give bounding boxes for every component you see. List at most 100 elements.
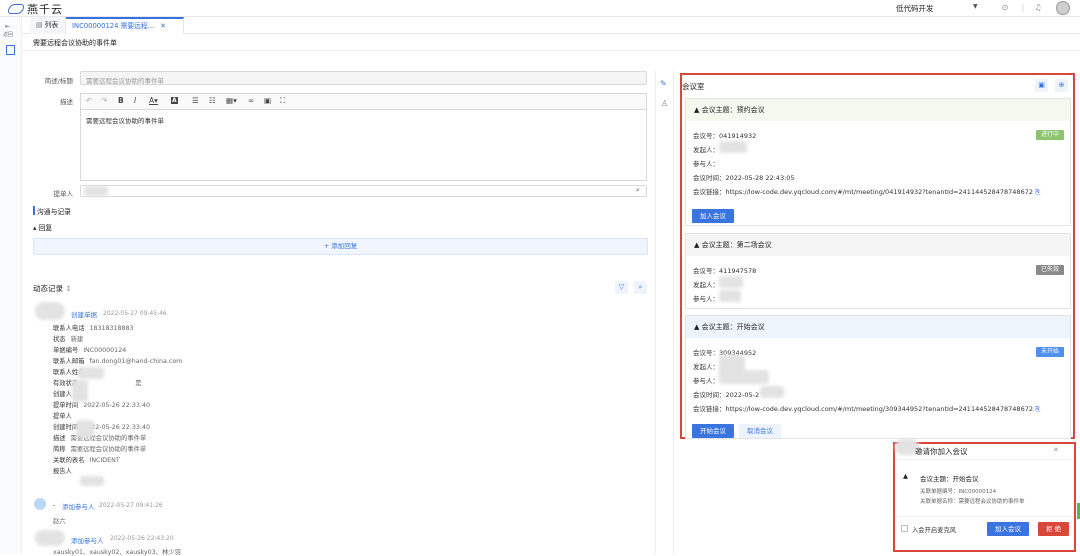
description-editor[interactable]: 需要远程会议协助的事件单	[80, 109, 647, 181]
participant-avatars	[719, 370, 769, 384]
help-icon[interactable]: ⊙	[1000, 3, 1010, 13]
activity-time: 2022-05-27 09:41:26	[99, 502, 163, 509]
meeting-header[interactable]: ▲ 会议主题：开始会议	[686, 316, 1070, 338]
activity-title: 动态记录 ↕	[33, 283, 72, 294]
undo-icon[interactable]: ↶	[86, 96, 92, 105]
join-meeting-button[interactable]: 加入会议	[692, 209, 734, 223]
meeting-link-row: 会议链接：https://low-code.dev.yqcloud.com/#/…	[693, 186, 1040, 197]
redacted	[72, 380, 88, 402]
copy-icon[interactable]: ⎘	[1035, 405, 1040, 413]
status-badge: 未开始	[1035, 347, 1064, 357]
search-icon[interactable]: ⌕	[636, 186, 640, 195]
bullet-list-icon[interactable]: ☰	[192, 96, 199, 105]
activity-action[interactable]: 添加参与人	[62, 501, 95, 511]
initiator-avatar	[719, 276, 743, 288]
initiator-label: 发起人：	[693, 363, 719, 371]
cancel-meeting-button[interactable]: 取消会议	[739, 424, 781, 438]
reply-toggle[interactable]: ▴ 回复	[33, 222, 52, 232]
search-icon[interactable]: ⌕	[634, 281, 647, 294]
highlight-icon[interactable]: A	[171, 97, 178, 104]
back-icon[interactable]: ⇤	[5, 23, 10, 30]
logo-mark-icon	[8, 4, 24, 14]
submitter-input[interactable]	[80, 185, 647, 197]
start-meeting-button[interactable]: 开始会议	[692, 424, 734, 438]
activity-time: 2022-05-26 22:43:20	[110, 535, 174, 542]
collapse-icon: ▲	[694, 241, 702, 249]
activity-action[interactable]: 创建单据	[71, 309, 97, 319]
back-label[interactable]: 返回	[3, 31, 13, 38]
project-selector[interactable]: 低代码开发	[896, 3, 934, 14]
field-key: 联系人邮箱	[53, 358, 85, 365]
time-label: 会议时间：	[693, 391, 726, 399]
meeting-time: 2022-05-2	[725, 391, 760, 399]
image-icon[interactable]: ▣	[264, 96, 271, 105]
editor-toolbar: ↶ ↷ B I A▾ A ☰ ☷ ▦▾ ∞ ▣ ⛶	[80, 93, 647, 109]
meeting-link[interactable]: https://low-code.dev.yqcloud.com/#/mt/me…	[726, 188, 1033, 196]
close-icon[interactable]: ✕	[160, 22, 166, 30]
meeting-card: ▲ 会议主题：第二场会议 会议号：411947578 发起人： 参与人： 已失效	[685, 233, 1071, 309]
field-value: INC00000124	[83, 347, 127, 354]
meeting-time-row: 会议时间：2022-05-28 22:43:05	[693, 172, 795, 182]
participants-label: 参与人：	[693, 160, 719, 168]
invite-topic: 会议主题：开始会议	[920, 475, 979, 483]
left-nav: ⇤ 返回	[0, 17, 22, 554]
meeting-id-row: 会议号：411947578	[693, 265, 756, 275]
field-value: fan.dong01@hand-china.com	[89, 358, 183, 365]
top-bar: 燕千云 低代码开发 ▼ ⊙ | ♫	[0, 0, 1080, 17]
tab-list[interactable]: ▤ 列表	[30, 17, 66, 34]
logo-text: 燕千云	[27, 3, 63, 16]
invite-dialog: 邀请你加入会议 ✕ ▲ 会议主题：开始会议 关联单据编号：INC00000124…	[893, 439, 1076, 552]
user-avatar[interactable]	[1056, 1, 1070, 15]
mic-checkbox[interactable]	[901, 525, 908, 532]
activity-field-row: 有效状态是	[53, 378, 141, 387]
meeting-link[interactable]: https://low-code.dev.yqcloud.com/#/mt/me…	[726, 405, 1033, 413]
divider	[673, 70, 674, 554]
redo-icon[interactable]: ↷	[101, 96, 107, 105]
field-value: INCIDENT	[89, 457, 120, 464]
summary-input[interactable]: 需要远程会议协助的事件单	[80, 71, 647, 85]
divider	[655, 70, 656, 554]
font-color-icon[interactable]: A▾	[149, 96, 158, 105]
field-value: 需要远程会议协助的事件单	[70, 446, 147, 453]
reply-label: 回复	[38, 224, 53, 232]
document-icon[interactable]	[6, 45, 15, 55]
collapse-icon: ▲	[694, 323, 702, 331]
copy-icon[interactable]: ⎘	[1035, 188, 1040, 196]
app-logo[interactable]: 燕千云	[8, 1, 63, 17]
meeting-header[interactable]: ▲ 会议主题：第二场会议	[686, 234, 1070, 256]
meeting-header[interactable]: ▲ 会议主题：预约会议	[686, 99, 1070, 121]
italic-icon[interactable]: I	[134, 96, 136, 105]
add-reply-button[interactable]: + 添加回复	[33, 238, 648, 255]
initiator-label: 发起人：	[693, 146, 719, 154]
bold-icon[interactable]: B	[118, 96, 124, 105]
person-icon[interactable]: ♙	[661, 99, 668, 108]
meeting-topic: 会议主题：开始会议	[701, 323, 765, 331]
tab-incident-label: INC00000124 需要远程...	[72, 22, 155, 30]
bell-icon[interactable]: ♫	[1033, 3, 1043, 13]
reject-button[interactable]: 拒 绝	[1038, 522, 1070, 536]
fullscreen-icon[interactable]: ⛶	[280, 96, 285, 106]
participants-label: 参与人：	[693, 377, 719, 385]
add-icon[interactable]: ⊕	[1055, 79, 1068, 92]
join-meeting-button[interactable]: 加入会议	[987, 522, 1029, 536]
image-icon[interactable]: ▣	[1035, 79, 1048, 92]
list-icon: ▤	[36, 21, 45, 29]
close-icon[interactable]: ✕	[1053, 446, 1059, 454]
activity-field-row: 关联的表名 INCIDENT	[53, 455, 120, 464]
time-label: 会议时间：	[693, 174, 726, 182]
link-icon[interactable]: ∞	[248, 96, 254, 105]
activity-field-row: 提单人	[53, 411, 77, 420]
sort-icon[interactable]: ↕	[65, 284, 71, 293]
meeting-id-label: 会议号：	[693, 132, 719, 140]
activity-field-row: 单据编号 INC00000124	[53, 345, 126, 354]
numbered-list-icon[interactable]: ☷	[209, 96, 216, 105]
tab-incident[interactable]: INC00000124 需要远程... ✕	[66, 17, 184, 34]
activity-field-row: 联系人邮箱 fan.dong01@hand-china.com	[53, 356, 182, 365]
activity-action[interactable]: 添加参与人	[71, 535, 104, 545]
redacted	[760, 386, 784, 398]
table-icon[interactable]: ▦▾	[226, 96, 237, 105]
filter-icon[interactable]: ▽	[615, 281, 628, 294]
chevron-down-icon[interactable]: ▼	[973, 3, 978, 10]
edit-icon[interactable]: ✎	[660, 79, 667, 88]
meeting-card: ▲ 会议主题：开始会议 会议号：309344952 发起人： 参与人： 会议时间…	[685, 315, 1071, 439]
